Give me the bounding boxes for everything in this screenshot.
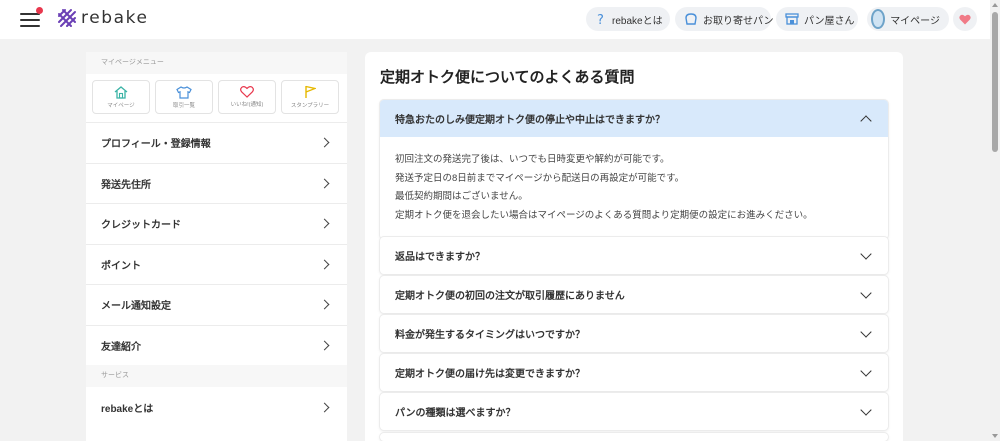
chevron-up-icon	[860, 114, 872, 127]
sidebar-item-label: 発送先住所	[101, 179, 151, 191]
faq-answer-line: 最低契約期間はございません。	[395, 191, 528, 202]
quick-link-label: マイページ	[107, 102, 135, 109]
sidebar-item-label: rebakeとは	[101, 403, 154, 415]
quick-link-transactions[interactable]: 取引一覧	[155, 80, 213, 114]
faq-question: パンの種類は選べますか？	[395, 408, 516, 419]
heart-icon	[959, 14, 971, 24]
nav-mypage-label: マイページ	[890, 15, 940, 27]
faq-question-toggle[interactable]: 特急おたのしみ便定期オトク便の停止や中止はできますか？	[380, 100, 888, 137]
faq-item: 返品はできますか？	[380, 237, 888, 274]
faq-answer-line: 定期オトク便を退会したい場合はマイページのよくある質問より定期便の設定にお進みく…	[395, 209, 813, 221]
nav-mypage-button[interactable]: マイページ	[867, 7, 949, 31]
sidebar-item-label: ポイント	[101, 260, 141, 272]
chevron-right-icon	[319, 259, 330, 270]
sidebar-item-shipping-address[interactable]: 発送先住所	[86, 162, 347, 204]
faq-question-toggle[interactable]: 定期オトク便の届け先は変更できますか？	[380, 354, 888, 391]
top-header: rebake ? rebakeとは お取り寄せパン パン屋さん マイページ	[0, 0, 990, 39]
svg-text:?: ?	[597, 13, 604, 26]
scroll-thumb[interactable]	[992, 12, 998, 152]
sidebar-item-label: 友達紹介	[101, 341, 141, 353]
faq-item: 定期オトク便の初回の注文が取引履歴にありません	[380, 276, 888, 313]
quick-link-mypage[interactable]: マイページ	[92, 80, 150, 114]
chevron-right-icon	[319, 402, 330, 413]
sidebar-item-credit-card[interactable]: クレジットカード	[86, 203, 347, 244]
nav-order-label: お取り寄せパン	[703, 15, 774, 27]
nav-about-label: rebakeとは	[612, 15, 663, 27]
faq-answer-line: 初回注文の発送完了後は、いつでも日時変更や解約が可能です。	[395, 154, 670, 165]
sidebar-section-service: サービス	[86, 365, 347, 387]
notification-dot	[36, 7, 43, 14]
shop-icon	[785, 12, 799, 26]
sidebar-item-label: メール通知設定	[101, 301, 171, 313]
faq-item: 定期オトク便の届け先は変更できますか？	[380, 354, 888, 391]
flag-icon	[305, 85, 316, 98]
chevron-right-icon	[319, 299, 330, 310]
sidebar-item-referral[interactable]: 友達紹介	[86, 324, 347, 366]
sidebar-item-about-rebake[interactable]: rebakeとは	[86, 387, 347, 428]
chevron-right-icon	[319, 178, 330, 189]
faq-panel: 定期オトク便についてのよくある質問 特急おたのしみ便定期オトク便の停止や中止はで…	[365, 52, 903, 441]
sidebar-item-points[interactable]: ポイント	[86, 243, 347, 285]
faq-answer-line: 発送予定日の8日前までマイページから配送日の再設定が可能です。	[395, 172, 685, 184]
chevron-down-icon	[860, 325, 872, 338]
nav-order-button[interactable]: お取り寄せパン	[675, 7, 774, 31]
faq-question-toggle[interactable]: 返品はできますか？	[380, 237, 888, 274]
chevron-down-icon	[860, 403, 872, 416]
faq-question-toggle[interactable]: 料金が発生するタイミングはいつですか？	[380, 315, 888, 352]
mypage-sidebar: マイページメニュー マイページ 取引一覧 いいね!(通知) スタンプラリー プロ…	[86, 52, 347, 441]
faq-question-toggle[interactable]: 定期オトク便の初回の注文が取引履歴にありません	[380, 276, 888, 313]
question-icon: ?	[595, 12, 607, 26]
nav-about-button[interactable]: ? rebakeとは	[586, 7, 670, 31]
sidebar-item-profile[interactable]: プロフィール・登録情報	[86, 122, 347, 163]
avatar	[871, 9, 886, 29]
logo-text: rebake	[81, 8, 149, 28]
menu-icon[interactable]	[20, 7, 43, 28]
faq-item: パンの種類は選べますか？	[380, 393, 888, 430]
scroll-down-arrow-icon[interactable]	[992, 434, 998, 438]
chevron-right-icon	[319, 218, 330, 229]
logo-mark-icon	[58, 9, 76, 27]
home-icon	[114, 85, 128, 99]
faq-item-partial	[380, 433, 888, 441]
page-title: 定期オトク便についてのよくある質問	[380, 69, 635, 86]
sidebar-item-mail-settings[interactable]: メール通知設定	[86, 284, 347, 325]
chevron-right-icon	[319, 340, 330, 351]
logo[interactable]: rebake	[57, 8, 149, 28]
quick-link-label: いいね!(通知)	[230, 102, 264, 108]
quick-link-stamp-rally[interactable]: スタンプラリー	[281, 80, 339, 114]
faq-question: 定期オトク便の届け先は変更できますか？	[395, 369, 585, 380]
chevron-right-icon	[319, 137, 330, 148]
faq-item-open: 特急おたのしみ便定期オトク便の停止や中止はできますか？ 初回注文の発送完了後は、…	[380, 100, 888, 239]
nav-bakery-button[interactable]: パン屋さん	[776, 7, 858, 31]
quick-link-label: 取引一覧	[172, 102, 195, 109]
quick-links: マイページ 取引一覧 いいね!(通知) スタンプラリー	[86, 74, 347, 122]
faq-question: 返品はできますか？	[395, 252, 485, 263]
sidebar-item-label: プロフィール・登録情報	[101, 139, 211, 151]
sidebar-section-mypage: マイページメニュー	[86, 52, 347, 74]
bread-icon	[684, 12, 698, 26]
faq-item: 料金が発生するタイミングはいつですか？	[380, 315, 888, 352]
sidebar-item-label: クレジットカード	[101, 220, 181, 232]
chevron-down-icon	[860, 364, 872, 377]
faq-question: 定期オトク便の初回の注文が取引履歴にありません	[395, 291, 625, 302]
page-scrollbar[interactable]	[990, 0, 1000, 441]
quick-link-likes[interactable]: いいね!(通知)	[218, 80, 276, 114]
favorites-button[interactable]	[953, 7, 977, 31]
quick-link-label: スタンプラリー	[290, 103, 330, 109]
heart-outline-icon	[240, 86, 254, 98]
chevron-down-icon	[860, 286, 872, 299]
faq-question: 料金が発生するタイミングはいつですか？	[395, 330, 585, 341]
nav-bakery-label: パン屋さん	[804, 15, 855, 27]
faq-question-toggle[interactable]: パンの種類は選べますか？	[380, 393, 888, 430]
scroll-up-arrow-icon[interactable]	[992, 3, 998, 7]
chevron-down-icon	[860, 247, 872, 260]
faq-question: 特急おたのしみ便定期オトク便の停止や中止はできますか？	[395, 115, 665, 126]
faq-answer: 初回注文の発送完了後は、いつでも日時変更や解約が可能です。 発送予定日の8日前ま…	[380, 137, 888, 239]
shirt-icon	[176, 85, 192, 99]
